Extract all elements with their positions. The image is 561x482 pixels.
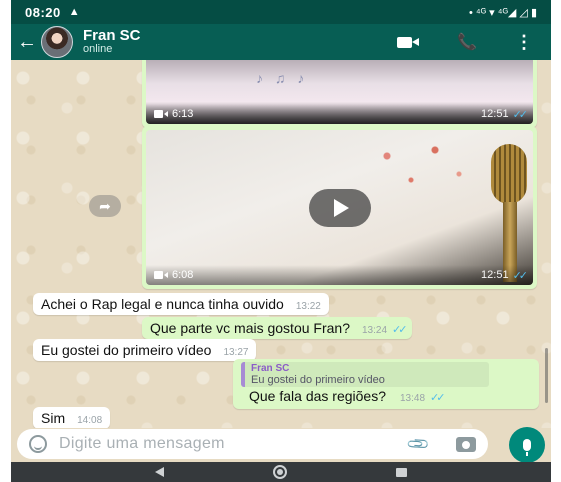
message-text: Achei o Rap legal e nunca tinha ouvido [41,296,284,312]
video-camera-icon [154,110,168,118]
emoji-icon[interactable] [29,435,47,453]
phone-screen: 08:20 ▲ • ⁴ᴳ ▾ ⁴ᴳ◢ ◿ ▮ ← Fran SC online … [11,0,551,482]
message-time: 13:22 [295,301,321,312]
music-notes-art: ♪ ♫ ♪ [256,70,309,86]
read-ticks-icon: ✓✓ [512,269,529,282]
nav-recent-apps-icon[interactable] [395,467,407,477]
warning-triangle-icon: ▲ [68,6,80,18]
video-camera-icon [154,271,168,279]
contact-status: online [83,43,113,56]
nav-home-icon[interactable] [272,465,287,479]
input-bar: Digite uma mensagem 📎 [11,427,551,463]
message-text: Que fala das regiões? [249,388,386,404]
video-duration: 6:08 [172,269,194,281]
system-nav-bar [11,462,551,482]
read-ticks-icon: ✓✓ [392,324,408,336]
message-time: 13:48 [399,393,426,404]
incoming-message[interactable]: Achei o Rap legal e nunca tinha ouvido 1… [33,293,329,315]
read-ticks-icon: ✓✓ [512,108,529,121]
quoted-message[interactable]: Fran SC Eu gostei do primeiro vídeo [241,362,489,387]
status-time: 08:20 [25,4,61,20]
reply-line: Que fala das regiões? 13:48 ✓✓ [239,388,533,404]
scrollbar[interactable] [545,348,548,403]
message-text: Eu gostei do primeiro vídeo [41,342,212,358]
message-time: 13:24 [362,325,388,336]
incoming-message[interactable]: Eu gostei do primeiro vídeo 13:27 [33,339,257,361]
message-time: 12:51 [481,269,509,281]
back-arrow-icon[interactable]: ← [15,31,39,54]
status-bar: 08:20 ▲ • ⁴ᴳ ▾ ⁴ᴳ◢ ◿ ▮ [11,0,551,24]
chat-header: ← Fran SC online 📞 ⋮ [11,24,551,60]
forward-button[interactable]: ➦ [89,195,121,217]
play-icon [333,198,349,217]
nav-back-icon[interactable] [155,467,165,477]
incoming-message[interactable]: Sim 14:08 [33,407,111,428]
avatar[interactable] [41,26,73,58]
message-input[interactable]: Digite uma mensagem [59,435,409,453]
video-meta-1: 6:13 12:51 ✓✓ [146,104,533,124]
video-message-1[interactable]: ♪ ♫ ♪ 6:13 12:51 ✓✓ [142,60,537,128]
attach-icon[interactable]: 📎 [406,431,431,457]
video-thumbnail-2[interactable]: 6:08 12:51 ✓✓ [146,130,533,285]
message-time: 12:51 [481,108,509,120]
reply-message[interactable]: Fran SC Eu gostei do primeiro vídeo Que … [233,359,539,409]
message-time: 13:27 [223,347,249,358]
message-text: Sim [41,410,66,426]
play-button[interactable] [308,188,371,227]
contact-info[interactable]: Fran SC online [83,28,141,55]
quote-text: Eu gostei do primeiro vídeo [251,374,385,386]
outgoing-message[interactable]: Que parte vc mais gostou Fran? 13:24 ✓✓ [142,317,413,339]
message-input-container[interactable]: Digite uma mensagem 📎 [17,429,488,459]
mic-button[interactable] [509,427,545,463]
voice-call-icon[interactable]: 📞 [457,32,477,52]
status-icons: • ⁴ᴳ ▾ ⁴ᴳ◢ ◿ ▮ [469,6,537,19]
camera-icon[interactable] [456,436,476,452]
video-meta-2: 6:08 12:51 ✓✓ [146,265,533,285]
header-actions: 📞 ⋮ [397,32,551,52]
message-time: 14:08 [77,415,103,426]
mic-icon [523,439,531,456]
video-duration: 6:13 [172,108,194,120]
read-ticks-icon: ✓✓ [430,392,446,404]
quote-author: Fran SC [251,363,290,374]
chat-area: ♪ ♫ ♪ 6:13 12:51 ✓✓ ➦ 6:08 12:51 ✓✓ Ache… [11,60,551,428]
more-options-icon[interactable]: ⋮ [515,33,533,51]
video-call-icon[interactable] [397,35,420,49]
petals-art [363,138,483,198]
message-text: Que parte vc mais gostou Fran? [150,320,350,336]
microphone-art [491,144,527,204]
video-message-2[interactable]: 6:08 12:51 ✓✓ [142,126,537,289]
video-thumbnail-1[interactable]: ♪ ♫ ♪ 6:13 12:51 ✓✓ [146,60,533,124]
contact-name: Fran SC [83,27,141,45]
